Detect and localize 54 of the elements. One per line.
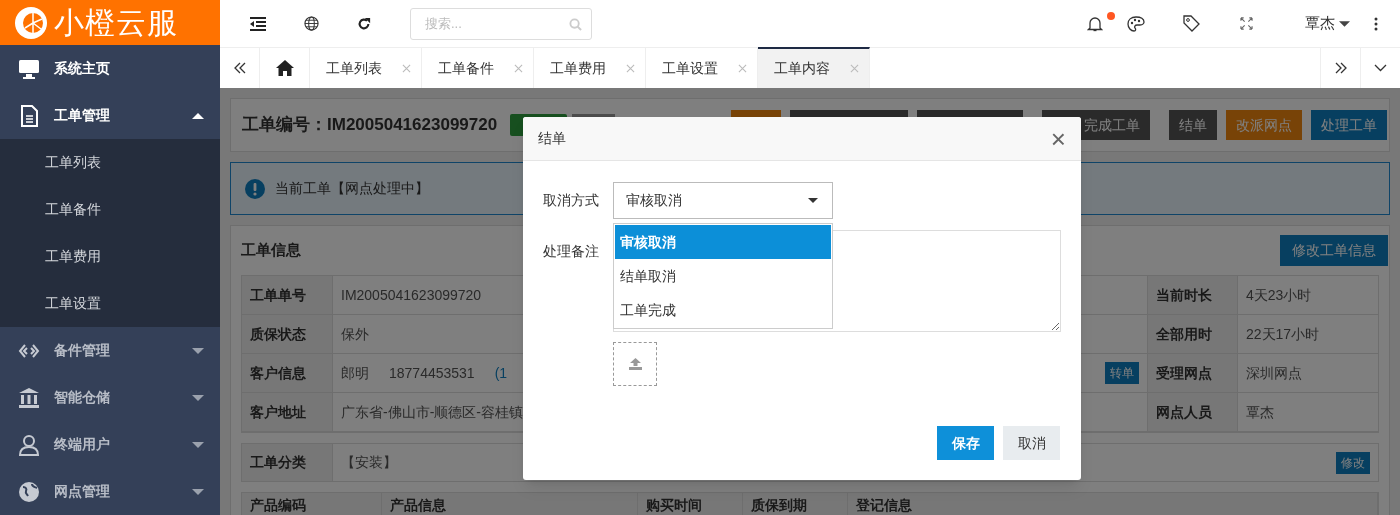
tab[interactable]: 工单内容: [758, 47, 870, 88]
dropdown-option[interactable]: 结单取消: [615, 259, 831, 293]
tab[interactable]: 工单备件: [422, 48, 534, 88]
dropdown-option[interactable]: 工单完成: [615, 293, 831, 327]
column-header: 登记信息: [856, 496, 912, 515]
sidebar-item[interactable]: 工单管理: [0, 92, 220, 139]
field-label: 客户地址: [250, 402, 306, 422]
column-header: 产品信息: [390, 496, 446, 515]
submenu-item[interactable]: 工单费用: [45, 246, 101, 267]
field-value: 22天17小时: [1246, 324, 1320, 344]
sidebar-item[interactable]: 网点管理: [0, 468, 220, 515]
field-value: 郎明: [341, 363, 369, 383]
field-label: 工单分类: [250, 453, 306, 472]
tab[interactable]: 工单列表: [310, 48, 422, 88]
field-value: IM2005041623099720: [341, 285, 482, 305]
sidebar-item[interactable]: 系统主页: [0, 45, 220, 92]
order-number: 工单编号：IM2005041623099720: [242, 114, 498, 137]
field-label: 网点人员: [1156, 402, 1212, 422]
submenu-item[interactable]: 工单设置: [45, 293, 101, 314]
sidebar-item[interactable]: 终端用户: [0, 421, 220, 468]
field-value: 广东省-佛山市-顺德区-容桂镇: [341, 402, 523, 422]
tab[interactable]: 工单费用: [534, 48, 646, 88]
action-button[interactable]: 结单: [1169, 110, 1217, 140]
field-label: 全部用时: [1156, 324, 1212, 344]
field-value: 【安装】: [341, 453, 397, 472]
dropdown-option[interactable]: 审核取消: [615, 225, 831, 259]
dialog-title: 结单: [538, 129, 566, 148]
submenu-item[interactable]: 工单备件: [45, 199, 101, 220]
search-field[interactable]: 搜索...: [410, 7, 592, 40]
field-value: 深圳网点: [1246, 363, 1302, 383]
column-header: 质保到期: [751, 496, 807, 515]
field-label: 工单单号: [250, 285, 306, 305]
field-label: 处理备注: [543, 242, 600, 261]
field-label: 当前时长: [1156, 285, 1212, 305]
field-value: 覃杰: [1246, 402, 1274, 422]
phone-number: 18774453531: [389, 363, 475, 383]
dropdown[interactable]: 审核取消: [613, 182, 833, 219]
column-header: 产品编码: [250, 496, 306, 515]
field-label: 客户信息: [250, 363, 306, 383]
field-value: 保外: [341, 324, 369, 344]
section-title: 工单信息: [241, 240, 301, 261]
cancel-button[interactable]: 取消: [1003, 426, 1060, 460]
field-label: 质保状态: [250, 324, 306, 344]
sidebar-item[interactable]: 备件管理: [0, 327, 220, 374]
field-label: 取消方式: [543, 191, 600, 210]
field-value: (1: [494, 363, 508, 383]
logo-text: 小橙云服: [54, 7, 178, 38]
submenu-item[interactable]: 工单列表: [45, 152, 101, 173]
field-label: 受理网点: [1156, 363, 1212, 383]
alert-text: 当前工单【网点处理中】: [275, 179, 429, 198]
field-value: 4天23小时: [1246, 285, 1312, 305]
column-header: 购买时间: [646, 496, 702, 515]
user-menu[interactable]: 覃杰: [1305, 12, 1350, 35]
sidebar-item[interactable]: 智能仓储: [0, 374, 220, 421]
